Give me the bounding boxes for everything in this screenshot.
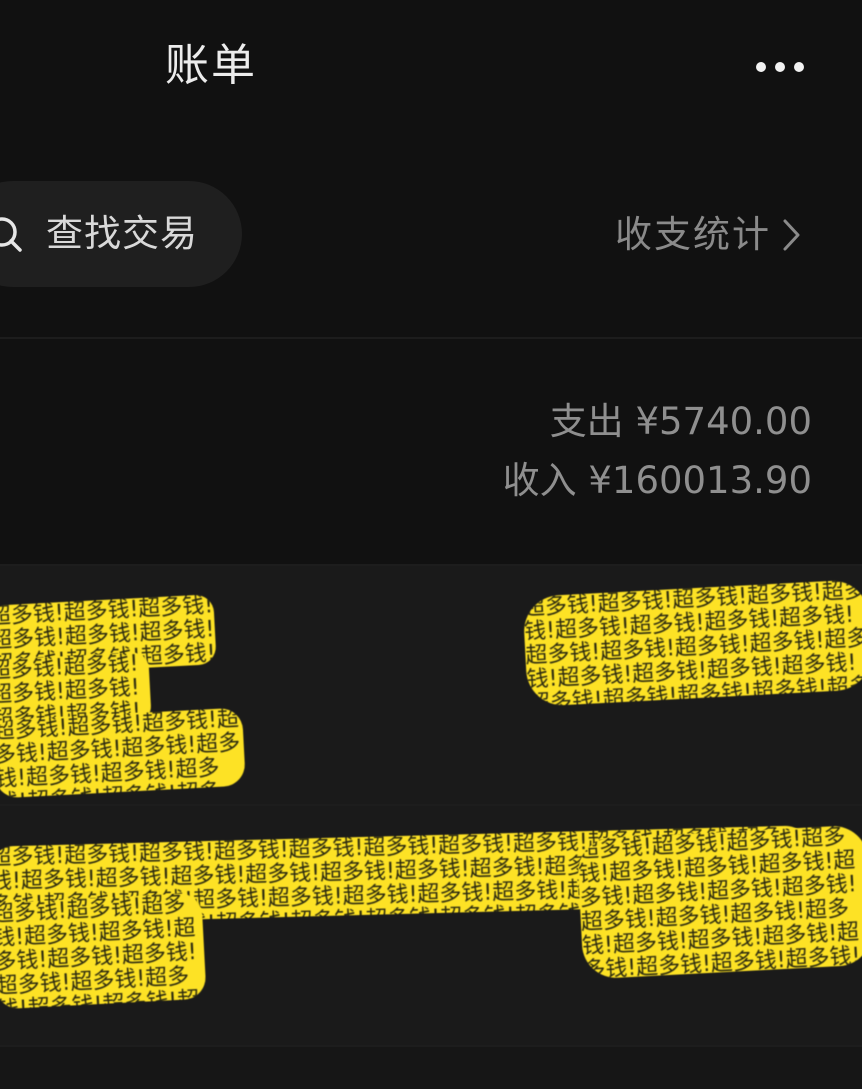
redaction-mark: 超多钱!超多钱!超多钱!超多钱!超多钱!超多钱!超多钱!超多钱!超多钱!超多钱!… [0,707,246,799]
search-label: 查找交易 [46,212,198,255]
income-label: 收入 [502,459,577,502]
redaction-mark: 超多钱!超多钱!超多钱!超多钱!超多钱!超多钱!超多钱!超多钱!超多钱!超多钱!… [522,579,862,707]
redaction-mark: 超多钱!超多钱!超多钱!超多钱!超多钱!超多钱!超多钱!超多钱!超多钱!超多钱!… [0,892,207,1010]
next-row-partial [0,1047,862,1089]
month-summary: 支出 ¥5740.00 收入 ¥160013.90 [0,339,862,564]
expense-label: 支出 [549,400,624,443]
redaction-mark: 超多钱!超多钱!超多钱!超多钱!超多钱!超多钱!超多钱!超多钱!超多钱!超多钱!… [576,824,862,980]
income-summary: 收入 ¥160013.90 [503,458,812,504]
page-title: 账单 [165,40,257,91]
more-dot-icon [775,62,785,72]
stats-label: 收支统计 [615,213,771,256]
search-transactions-button[interactable]: 查找交易 [0,181,242,287]
bill-screen: 账单 查找交易 收支统计 支出 ¥5740.00 收入 ¥160013.90 超… [0,0,862,1089]
more-button[interactable] [740,45,820,89]
transaction-row[interactable]: 超多钱!超多钱!超多钱!超多钱!超多钱!超多钱!超多钱!超多钱!超多钱!超多钱!… [0,566,862,804]
transaction-row[interactable]: 超多钱!超多钱!超多钱!超多钱!超多钱!超多钱!超多钱!超多钱!超多钱!超多钱!… [0,806,862,1045]
more-dot-icon [794,62,804,72]
header: 账单 [0,0,862,140]
search-icon [0,217,22,252]
income-value: ¥160013.90 [588,459,812,502]
expense-summary: 支出 ¥5740.00 [550,399,812,445]
more-dot-icon [756,62,766,72]
chevron-right-icon [783,219,800,251]
expense-value: ¥5740.00 [635,400,812,443]
income-expense-stats-link[interactable]: 收支统计 [615,210,803,260]
